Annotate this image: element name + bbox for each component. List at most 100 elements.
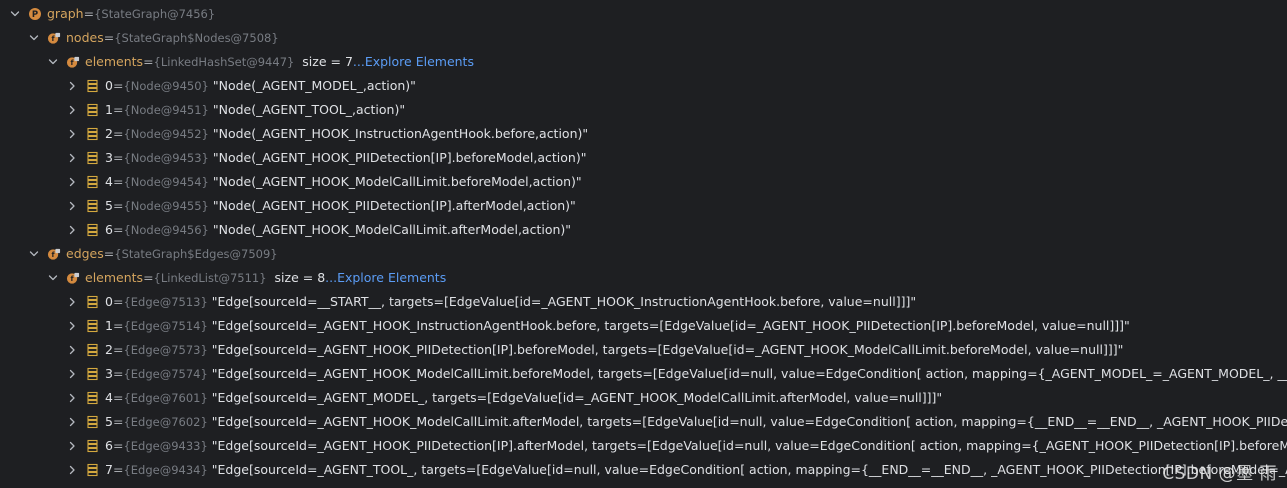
chevron-down-icon[interactable] (27, 242, 41, 266)
equals-sign: = (112, 390, 124, 405)
chevron-right-icon[interactable] (65, 458, 79, 482)
tree-row-node-item[interactable]: 2 = {Node@9452} "Node(_AGENT_HOOK_Instru… (0, 122, 1287, 146)
chevron-right-icon[interactable] (65, 410, 79, 434)
element-index: 0 (105, 294, 113, 309)
chevron-right-icon[interactable] (65, 194, 79, 218)
list-element-icon (86, 199, 100, 213)
explore-elements-link[interactable]: Explore Elements (365, 50, 474, 74)
tree-row-edge-item[interactable]: 3 = {Edge@7574} "Edge[sourceId=_AGENT_HO… (0, 362, 1287, 386)
element-type: {Edge@9434} (123, 463, 208, 477)
explore-elements-link[interactable]: Explore Elements (337, 266, 446, 290)
tree-row-edge-item[interactable]: 4 = {Edge@7601} "Edge[sourceId=_AGENT_MO… (0, 386, 1287, 410)
list-element-icon (86, 319, 100, 333)
element-type: {Node@9455} (123, 199, 209, 213)
chevron-right-icon[interactable] (65, 74, 79, 98)
element-index: 1 (105, 318, 113, 333)
tree-row-node-item[interactable]: 0 = {Node@9450} "Node(_AGENT_MODEL_,acti… (0, 74, 1287, 98)
row-content: 3 = {Edge@7574} "Edge[sourceId=_AGENT_HO… (86, 362, 1287, 386)
tree-row-edge-item[interactable]: 2 = {Edge@7573} "Edge[sourceId=_AGENT_HO… (0, 338, 1287, 362)
equals-sign: = (112, 366, 124, 381)
element-value: "Node(_AGENT_HOOK_PIIDetection[IP].befor… (212, 150, 587, 165)
row-content: Pgraph = {StateGraph@7456} (28, 2, 215, 26)
element-index: 4 (105, 174, 113, 189)
element-type: {Edge@7574} (123, 367, 208, 381)
element-index: 3 (105, 366, 113, 381)
row-content: 5 = {Edge@7602} "Edge[sourceId=_AGENT_HO… (86, 410, 1287, 434)
chevron-right-icon[interactable] (65, 314, 79, 338)
list-element-icon (86, 463, 100, 477)
chevron-right-icon[interactable] (65, 98, 79, 122)
chevron-right-icon[interactable] (65, 218, 79, 242)
element-value: "Node(_AGENT_MODEL_,action)" (212, 78, 416, 93)
chevron-right-icon[interactable] (65, 170, 79, 194)
tree-row-nodes-elements[interactable]: f elements = {LinkedHashSet@9447} size = … (0, 50, 1287, 74)
variable-type: {StateGraph@7456} (94, 7, 216, 21)
svg-text:P: P (32, 10, 38, 20)
equals-sign: = (103, 246, 115, 261)
field-icon: f (66, 55, 80, 69)
chevron-right-icon[interactable] (65, 338, 79, 362)
element-value: "Node(_AGENT_HOOK_InstructionAgentHook.b… (212, 126, 589, 141)
element-value: "Edge[sourceId=_AGENT_HOOK_PIIDetection[… (211, 342, 1124, 357)
tree-row-edges[interactable]: f edges = {StateGraph$Edges@7509} (0, 242, 1287, 266)
element-type: {Node@9450} (123, 79, 209, 93)
watermark: CSDN @墨 雨 (1162, 464, 1277, 484)
variable-type: {StateGraph$Edges@7509} (114, 247, 278, 261)
list-element-icon (86, 391, 100, 405)
list-element-icon (86, 295, 100, 309)
tree-row-edges-elements[interactable]: f elements = {LinkedList@7511} size = 8..… (0, 266, 1287, 290)
element-value: "Node(_AGENT_HOOK_ModelCallLimit.afterMo… (212, 222, 572, 237)
collection-size: size = 7 (302, 54, 353, 69)
element-value: "Edge[sourceId=_AGENT_HOOK_InstructionAg… (211, 318, 1130, 333)
tree-row-edge-item[interactable]: 7 = {Edge@9434} "Edge[sourceId=_AGENT_TO… (0, 458, 1287, 482)
list-element-icon (86, 343, 100, 357)
chevron-right-icon[interactable] (65, 146, 79, 170)
list-element-icon (86, 127, 100, 141)
tree-row-edge-item[interactable]: 6 = {Edge@9433} "Edge[sourceId=_AGENT_HO… (0, 434, 1287, 458)
equals-sign: = (112, 102, 124, 117)
chevron-down-icon[interactable] (8, 2, 22, 26)
equals-sign: = (143, 54, 154, 69)
row-content: f elements = {LinkedHashSet@9447} size = … (66, 50, 474, 74)
variable-type: {StateGraph$Nodes@7508} (114, 31, 279, 45)
equals-sign: = (112, 342, 124, 357)
chevron-right-icon[interactable] (65, 362, 79, 386)
row-content: 5 = {Node@9455} "Node(_AGENT_HOOK_PIIDet… (86, 194, 576, 218)
tree-row-node-item[interactable]: 3 = {Node@9453} "Node(_AGENT_HOOK_PIIDet… (0, 146, 1287, 170)
tree-row-edge-item[interactable]: 0 = {Edge@7513} "Edge[sourceId=__START__… (0, 290, 1287, 314)
tree-row-node-item[interactable]: 5 = {Node@9455} "Node(_AGENT_HOOK_PIIDet… (0, 194, 1287, 218)
element-type: {Node@9454} (123, 175, 209, 189)
element-type: {Node@9452} (123, 127, 209, 141)
tree-row-edge-item[interactable]: 1 = {Edge@7514} "Edge[sourceId=_AGENT_HO… (0, 314, 1287, 338)
chevron-right-icon[interactable] (65, 290, 79, 314)
chevron-right-icon[interactable] (65, 434, 79, 458)
list-element-icon (86, 439, 100, 453)
tree-row-node-item[interactable]: 1 = {Node@9451} "Node(_AGENT_TOOL_,actio… (0, 98, 1287, 122)
equals-sign: = (112, 78, 124, 93)
tree-row-edge-item[interactable]: 5 = {Edge@7602} "Edge[sourceId=_AGENT_HO… (0, 410, 1287, 434)
equals-sign: = (83, 6, 95, 21)
chevron-right-icon[interactable] (65, 122, 79, 146)
ellipsis: ... (325, 270, 338, 285)
chevron-down-icon[interactable] (46, 266, 60, 290)
row-content: 2 = {Edge@7573} "Edge[sourceId=_AGENT_HO… (86, 338, 1123, 362)
tree-row-nodes[interactable]: f nodes = {StateGraph$Nodes@7508} (0, 26, 1287, 50)
tree-row-node-item[interactable]: 6 = {Node@9456} "Node(_AGENT_HOOK_ModelC… (0, 218, 1287, 242)
tree-row-graph[interactable]: Pgraph = {StateGraph@7456} (0, 2, 1287, 26)
field-icon: f (47, 247, 61, 261)
property-icon: P (28, 7, 42, 21)
variable-name: elements (85, 270, 144, 285)
variable-name: nodes (66, 30, 104, 45)
row-content: 1 = {Edge@7514} "Edge[sourceId=_AGENT_HO… (86, 314, 1130, 338)
chevron-down-icon[interactable] (27, 26, 41, 50)
row-content: 2 = {Node@9452} "Node(_AGENT_HOOK_Instru… (86, 122, 588, 146)
tree-row-node-item[interactable]: 4 = {Node@9454} "Node(_AGENT_HOOK_ModelC… (0, 170, 1287, 194)
chevron-down-icon[interactable] (46, 50, 60, 74)
element-value: "Node(_AGENT_TOOL_,action)" (212, 102, 406, 117)
equals-sign: = (112, 294, 124, 309)
list-element-icon (86, 79, 100, 93)
chevron-right-icon[interactable] (65, 386, 79, 410)
element-type: {Edge@7514} (123, 319, 208, 333)
